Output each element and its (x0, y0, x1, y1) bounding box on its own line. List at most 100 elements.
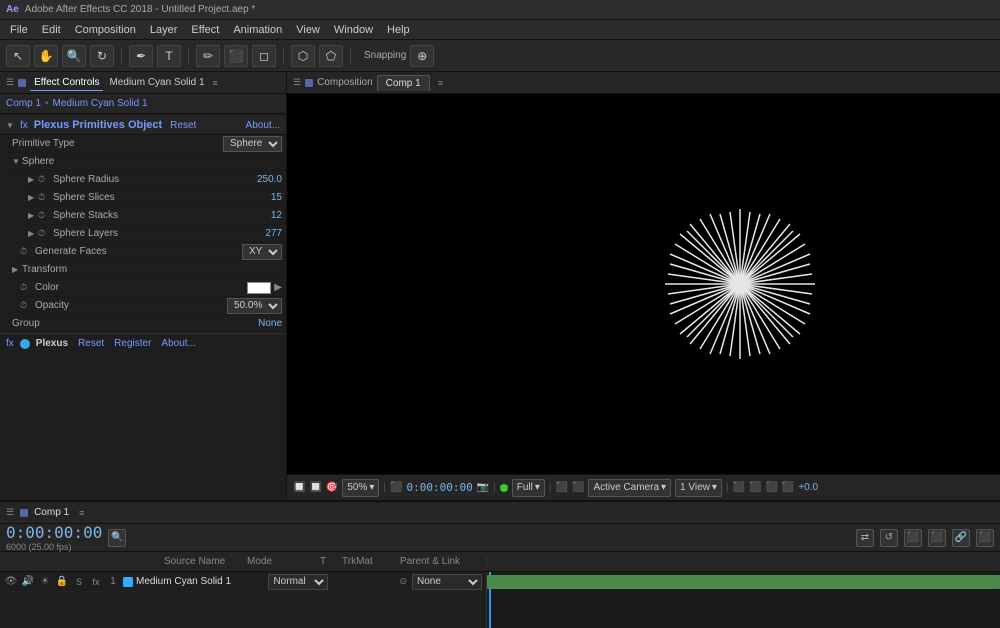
comp-tool-9[interactable]: ⬛ (782, 482, 794, 493)
eraser-tool[interactable]: ◻ (252, 45, 276, 67)
snapping-toggle[interactable]: ⊕ (410, 45, 434, 67)
sphere-slices-value[interactable]: 15 (271, 192, 282, 203)
sphere-slices-stopwatch[interactable]: ⏱ (38, 192, 50, 204)
layer-color-swatch[interactable] (123, 577, 133, 587)
sphere-layers-value[interactable]: 277 (265, 228, 282, 239)
fx-about-link[interactable]: About... (246, 120, 280, 131)
primitive-type-dropdown[interactable]: Sphere (223, 136, 282, 152)
tl-expand-icon[interactable]: ≡ (79, 508, 84, 518)
tl-search-btn[interactable]: 🔍 (108, 529, 126, 547)
plexus-about-link[interactable]: About... (161, 338, 195, 349)
color-arrow-icon[interactable]: ▶ (274, 282, 282, 293)
hand-tool[interactable]: ✋ (34, 45, 58, 67)
menu-effect[interactable]: Effect (185, 22, 225, 38)
comp-menu-icon[interactable]: ☰ (293, 77, 301, 88)
comp-snap-icon[interactable]: 📷 (477, 482, 489, 493)
layer-shy-toggle[interactable]: S (72, 575, 86, 589)
full-quality-control[interactable]: Full ▾ (512, 479, 545, 497)
tl-btn-3[interactable]: ⬛ (904, 529, 922, 547)
comp-camera-icon[interactable]: ⬛ (390, 482, 402, 493)
comp-tool-4[interactable]: ⬛ (556, 482, 568, 493)
comp-canvas[interactable] (287, 94, 1000, 474)
fx-twist-arrow[interactable] (6, 121, 16, 130)
panel-menu-icon[interactable]: ☰ (6, 77, 14, 88)
sphere-radius-value[interactable]: 250.0 (257, 174, 282, 185)
sphere-radius-stopwatch[interactable]: ⏱ (38, 174, 50, 186)
tl-menu-icon[interactable]: ☰ (6, 507, 14, 518)
stamp-tool[interactable]: ⬛ (224, 45, 248, 67)
camera-control[interactable]: Active Camera ▾ (588, 479, 671, 497)
view-dropdown-icon[interactable]: ▾ (712, 482, 717, 493)
layer-solo-toggle[interactable]: ☀ (38, 575, 52, 589)
selection-tool[interactable]: ↖ (6, 45, 30, 67)
opacity-dropdown[interactable]: 50.0% (227, 298, 282, 314)
layer-effects-toggle[interactable]: fx (89, 575, 103, 589)
menu-window[interactable]: Window (328, 22, 379, 38)
menu-layer[interactable]: Layer (144, 22, 184, 38)
comp-tool-3[interactable]: 🎯 (326, 482, 338, 493)
sphere-stacks-twist[interactable] (28, 211, 38, 220)
color-swatch[interactable] (247, 282, 271, 294)
comp-tool-1[interactable]: 🔲 (293, 482, 305, 493)
plexus-register-link[interactable]: Register (114, 338, 151, 349)
comp-tool-2[interactable]: 🔲 (309, 482, 321, 493)
fx-reset-link[interactable]: Reset (170, 120, 196, 131)
breadcrumb-layer[interactable]: Medium Cyan Solid 1 (53, 98, 148, 109)
panel-expand-icon[interactable]: ≡ (213, 78, 218, 88)
comp-expand-icon[interactable]: ≡ (438, 78, 443, 88)
tl-btn-1[interactable]: ⇄ (856, 529, 874, 547)
roto-tool[interactable]: ⬡ (291, 45, 315, 67)
layer-audio-toggle[interactable]: 🔊 (21, 575, 35, 589)
sphere-slices-twist[interactable] (28, 193, 38, 202)
sphere-layers-stopwatch[interactable]: ⏱ (38, 228, 50, 240)
zoom-tool[interactable]: 🔍 (62, 45, 86, 67)
layer-mode-select[interactable]: Normal Add Multiply (268, 574, 328, 590)
menu-composition[interactable]: Composition (69, 22, 142, 38)
puppet-tool[interactable]: ⬠ (319, 45, 343, 67)
sphere-stacks-stopwatch[interactable]: ⏱ (38, 210, 50, 222)
opacity-stopwatch[interactable]: ⏱ (20, 300, 32, 312)
comp-tool-6[interactable]: ⬛ (733, 482, 745, 493)
breadcrumb-comp[interactable]: Comp 1 (6, 98, 41, 109)
tl-btn-4[interactable]: ⬛ (928, 529, 946, 547)
menu-view[interactable]: View (290, 22, 326, 38)
menu-help[interactable]: Help (381, 22, 416, 38)
effect-controls-tab[interactable]: Effect Controls (30, 75, 103, 91)
camera-dropdown-icon[interactable]: ▾ (661, 482, 666, 493)
sphere-radius-twist[interactable] (28, 175, 38, 184)
tl-layer-bar[interactable] (487, 575, 1000, 589)
text-tool[interactable]: T (157, 45, 181, 67)
rotate-tool[interactable]: ↻ (90, 45, 114, 67)
comp-tool-8[interactable]: ⬛ (765, 482, 777, 493)
menu-file[interactable]: File (4, 22, 34, 38)
tl-right-bars[interactable] (487, 572, 1000, 628)
transform-twist[interactable] (12, 265, 22, 274)
tl-btn-2[interactable]: ↺ (880, 529, 898, 547)
sphere-twist[interactable] (12, 157, 22, 166)
brush-tool[interactable]: ✏ (196, 45, 220, 67)
sphere-stacks-value[interactable]: 12 (271, 210, 282, 221)
comp-tool-7[interactable]: ⬛ (749, 482, 761, 493)
sphere-layers-twist[interactable] (28, 229, 38, 238)
view-control[interactable]: 1 View ▾ (675, 479, 722, 497)
menu-animation[interactable]: Animation (227, 22, 288, 38)
color-stopwatch[interactable]: ⏱ (20, 282, 32, 294)
timeline-time-display[interactable]: 0:00:00:00 (6, 523, 102, 542)
tl-btn-6[interactable]: ⬛ (976, 529, 994, 547)
full-quality-dropdown-icon[interactable]: ▾ (535, 482, 540, 493)
tl-btn-5[interactable]: 🔗 (952, 529, 970, 547)
zoom-dropdown-icon[interactable]: ▾ (369, 482, 374, 493)
generate-faces-dropdown[interactable]: XY XZ YZ (242, 244, 282, 260)
time-display-comp[interactable]: 0:00:00:00 (406, 481, 472, 494)
generate-faces-stopwatch[interactable]: ⏱ (20, 246, 32, 258)
menu-edit[interactable]: Edit (36, 22, 67, 38)
layer-lock-toggle[interactable]: 🔒 (55, 575, 69, 589)
comp-tab[interactable]: Comp 1 (377, 75, 430, 91)
comp-tool-5[interactable]: ⬛ (572, 482, 584, 493)
layer-vis-toggle[interactable]: 👁 (4, 575, 18, 589)
plexus-reset-link[interactable]: Reset (78, 338, 104, 349)
zoom-control[interactable]: 50% ▾ (342, 479, 379, 497)
tl-tab[interactable]: Comp 1 (34, 507, 69, 518)
layer-parent-select[interactable]: None (412, 574, 482, 590)
pen-tool[interactable]: ✒ (129, 45, 153, 67)
